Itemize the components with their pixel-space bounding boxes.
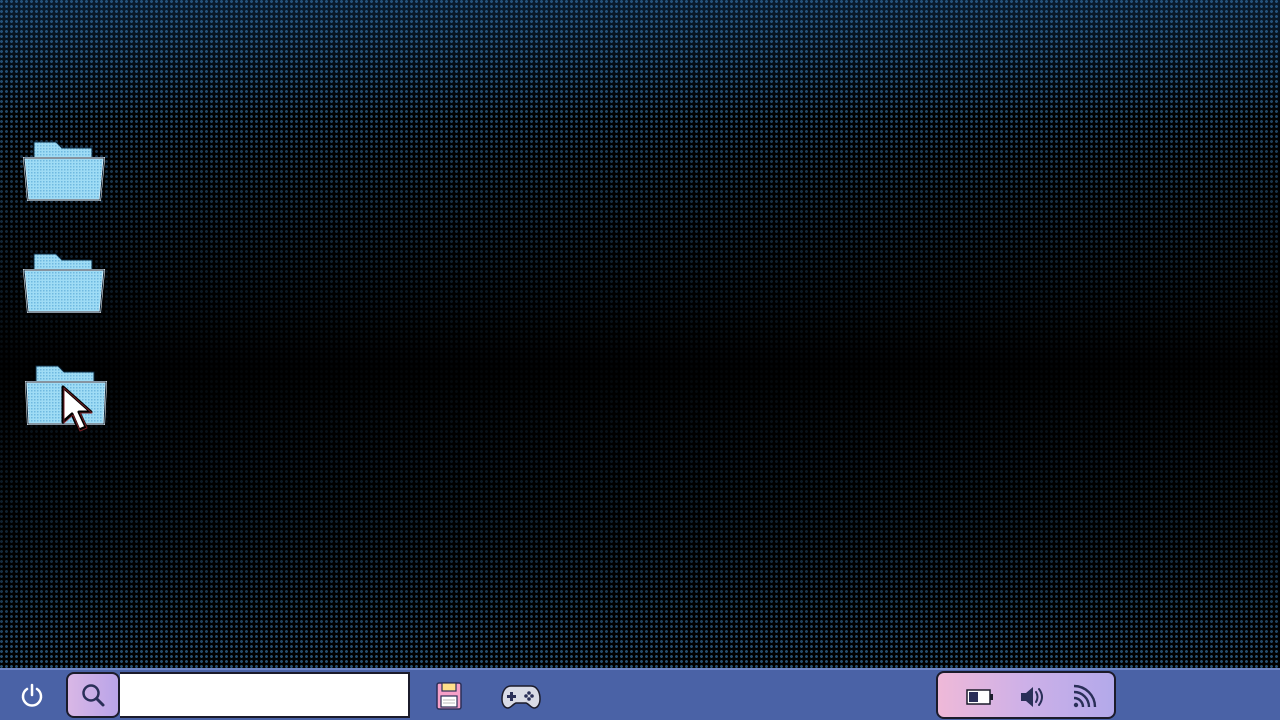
- wifi-status[interactable]: [1066, 679, 1102, 715]
- volume-icon: [1021, 687, 1043, 707]
- folder-icon: [22, 253, 106, 313]
- gamepad-icon: [501, 685, 541, 709]
- volume-control[interactable]: [1014, 679, 1050, 715]
- wifi-icon: [1073, 684, 1097, 708]
- desktop-wallpaper: [0, 0, 1280, 668]
- search-icon: [82, 684, 105, 707]
- floppy-disk-icon: [436, 682, 462, 710]
- search-button[interactable]: [66, 672, 120, 718]
- desktop-folder-2[interactable]: [22, 248, 108, 318]
- system-tray: [936, 671, 1116, 719]
- taskbar-app-gamepad[interactable]: [496, 676, 546, 716]
- taskbar-app-floppy[interactable]: [428, 676, 470, 716]
- mouse-cursor-icon: [61, 385, 93, 432]
- desktop-folder-1[interactable]: [22, 136, 108, 206]
- search-input[interactable]: [120, 672, 410, 718]
- power-button[interactable]: [12, 678, 52, 714]
- folder-icon: [22, 141, 106, 201]
- power-icon: [21, 683, 43, 707]
- taskbar: [0, 668, 1280, 720]
- battery-icon: [966, 689, 993, 705]
- battery-status[interactable]: [962, 679, 998, 715]
